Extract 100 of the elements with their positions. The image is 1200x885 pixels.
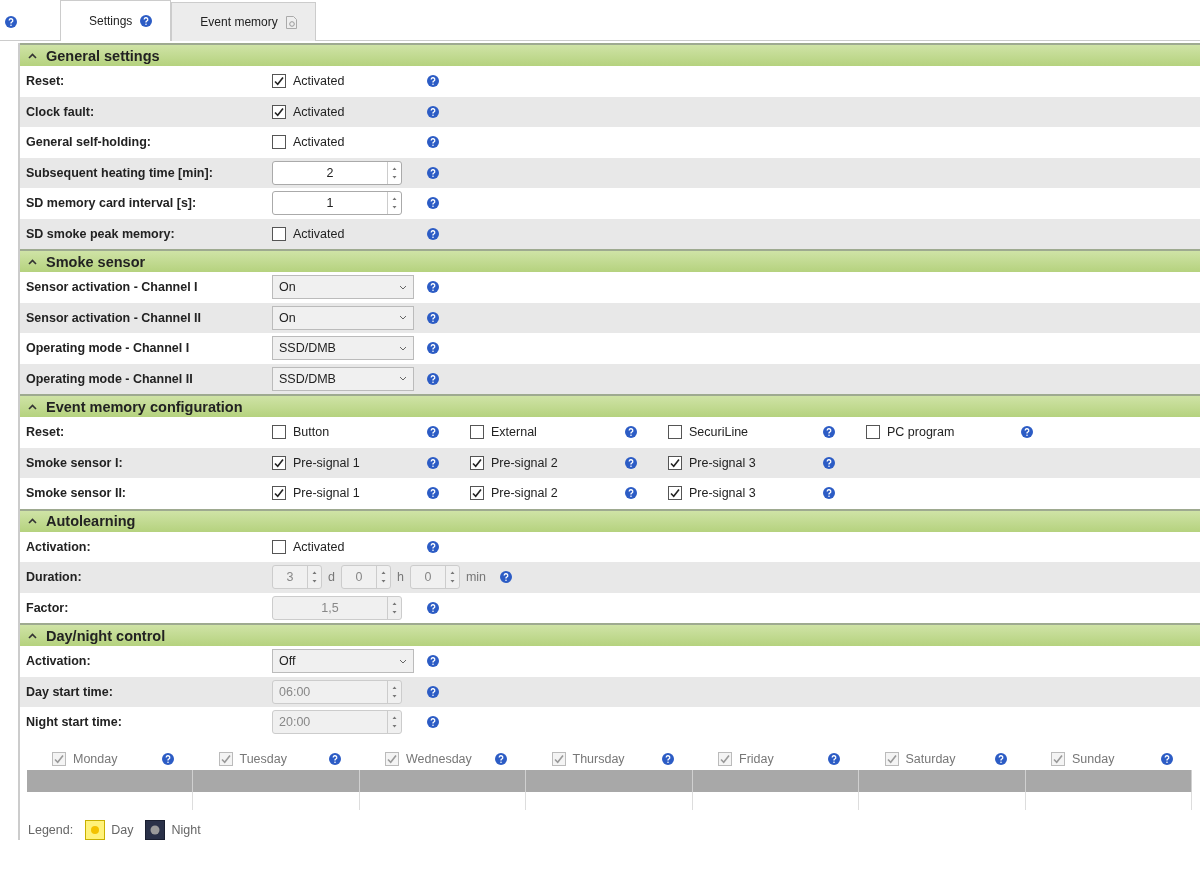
field-label: Duration: (26, 570, 83, 585)
checkbox[interactable] (272, 74, 286, 89)
field-label: Day start time: (26, 684, 114, 699)
checkbox[interactable] (668, 425, 682, 440)
help-icon[interactable] (427, 372, 439, 385)
checkbox[interactable] (668, 455, 682, 470)
field-label: Reset: (26, 425, 66, 440)
checkbox[interactable] (272, 135, 286, 150)
field-label: Operating mode - Channel I (26, 341, 191, 356)
checkbox[interactable] (470, 425, 484, 440)
checkbox[interactable] (272, 226, 286, 241)
help-icon[interactable] (1021, 426, 1033, 439)
help-icon[interactable] (427, 105, 439, 118)
help-icon[interactable] (427, 311, 439, 324)
help-icon[interactable] (500, 571, 513, 584)
dropdown[interactable]: SSD/DMB (272, 336, 414, 361)
number-field[interactable]: 1 (272, 191, 402, 216)
help-icon[interactable] (427, 655, 439, 668)
dropdown[interactable]: On (272, 305, 414, 330)
help-icon[interactable] (661, 752, 674, 765)
checkbox-label: Activated (293, 226, 345, 241)
unit-label: min (465, 570, 487, 585)
help-icon[interactable] (625, 487, 637, 500)
help-icon[interactable] (427, 601, 439, 614)
chevron-down-icon (399, 658, 407, 664)
help-icon[interactable] (162, 752, 174, 765)
legend-label: Legend: (28, 822, 74, 837)
help-icon[interactable] (328, 752, 341, 765)
help-icon[interactable] (495, 752, 507, 765)
section-title: Smoke sensor (46, 253, 146, 270)
checkbox-label: Pre-signal 3 (689, 486, 756, 501)
help-icon[interactable] (828, 752, 840, 765)
day-label: Saturday (905, 751, 956, 766)
document-icon (285, 15, 297, 29)
field-label: Clock fault: (26, 104, 96, 119)
field-label: Factor: (26, 600, 70, 615)
day-label: Wednesday (406, 751, 472, 766)
section-header[interactable]: Event memory configuration (20, 394, 1200, 417)
help-icon[interactable] (5, 16, 17, 28)
chevron-down-icon (399, 315, 407, 321)
section-title: General settings (46, 47, 160, 64)
help-icon[interactable] (427, 426, 439, 439)
section-title: Day/night control (46, 627, 166, 644)
checkbox[interactable] (272, 486, 286, 501)
help-icon[interactable] (140, 15, 153, 27)
field-label: Operating mode - Channel II (26, 371, 194, 386)
checkbox[interactable] (866, 425, 880, 440)
legend-item-label: Night (171, 822, 201, 837)
help-icon[interactable] (994, 752, 1007, 765)
day-label: Friday (739, 751, 774, 766)
checkbox-label: Activated (293, 135, 345, 150)
section-header[interactable]: General settings (20, 43, 1200, 66)
checkbox[interactable] (272, 455, 286, 470)
help-icon[interactable] (427, 197, 439, 210)
help-icon[interactable] (427, 487, 439, 500)
help-icon[interactable] (823, 426, 835, 439)
help-icon[interactable] (823, 487, 835, 500)
help-icon[interactable] (427, 716, 439, 729)
day-label: Monday (73, 751, 118, 766)
help-icon[interactable] (427, 166, 439, 179)
day-label: Thursday (572, 751, 625, 766)
tab[interactable]: Settings (60, 0, 172, 41)
number-field[interactable]: 2 (272, 160, 402, 185)
section-header[interactable]: Autolearning (20, 508, 1200, 532)
dropdown[interactable]: On (272, 275, 414, 300)
checkbox-label: Activated (293, 104, 345, 119)
help-icon[interactable] (427, 227, 439, 240)
checkbox[interactable] (470, 455, 484, 470)
field-label: Activation: (26, 539, 92, 554)
chevron-icon (28, 632, 37, 639)
checkbox[interactable] (272, 425, 286, 440)
checkbox-label: SecuriLine (689, 425, 749, 440)
help-icon[interactable] (427, 281, 439, 294)
field-label: SD smoke peak memory: (26, 226, 176, 241)
help-icon[interactable] (427, 136, 439, 149)
help-icon[interactable] (427, 540, 439, 553)
dropdown[interactable]: SSD/DMB (272, 366, 414, 391)
section-header[interactable]: Day/night control (20, 623, 1200, 646)
checkbox[interactable] (470, 486, 484, 501)
field-label: Smoke sensor I: (26, 455, 124, 470)
help-icon[interactable] (1161, 752, 1173, 765)
field-label: Smoke sensor II: (26, 486, 128, 501)
chevron-icon (28, 518, 37, 524)
help-icon[interactable] (625, 426, 637, 439)
dropdown[interactable]: Off (272, 649, 414, 674)
section-header[interactable]: Smoke sensor (20, 249, 1200, 272)
chevron-icon (28, 52, 37, 59)
checkbox[interactable] (668, 486, 682, 501)
help-icon[interactable] (823, 456, 835, 469)
checkbox-label: External (491, 425, 537, 440)
checkbox-label: Activated (293, 74, 345, 89)
tab[interactable]: Event memory (171, 2, 316, 41)
checkbox[interactable] (272, 104, 286, 119)
help-icon[interactable] (427, 685, 439, 698)
checkbox[interactable] (272, 539, 286, 554)
help-icon[interactable] (625, 456, 637, 469)
checkbox-label: Pre-signal 2 (491, 486, 558, 501)
help-icon[interactable] (427, 456, 439, 469)
help-icon[interactable] (427, 75, 439, 88)
help-icon[interactable] (427, 342, 439, 355)
